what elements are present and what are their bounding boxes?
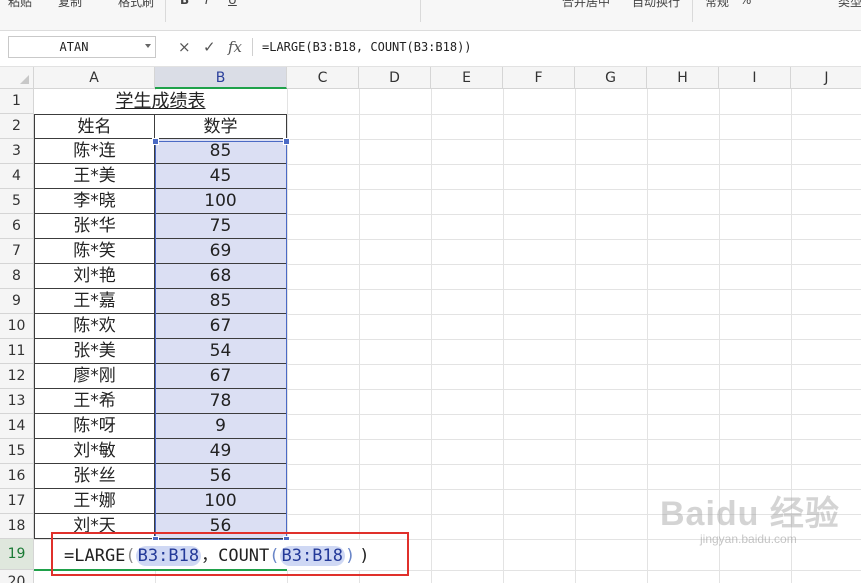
score-cell[interactable]: 85 [155,139,287,164]
name-box[interactable]: ATAN [8,36,156,58]
chevron-down-icon[interactable] [145,44,151,48]
sheet-title[interactable]: 学生成绩表 [34,90,287,114]
student-name-cell[interactable]: 陈*笑 [34,239,155,264]
student-name-cell[interactable]: 陈*连 [34,139,155,164]
number-format-select[interactable]: 常规 [705,0,729,10]
column-header-d[interactable]: D [359,67,431,89]
column-header-h[interactable]: H [647,67,719,89]
row-header-16[interactable]: 16 [0,464,34,489]
score-cell[interactable]: 56 [155,464,287,489]
student-name-cell[interactable]: 刘*敏 [34,439,155,464]
row-header-19[interactable]: 19 [0,539,34,570]
score-cell[interactable]: 75 [155,214,287,239]
column-header-a[interactable]: A [34,67,155,89]
student-name-cell[interactable]: 陈*呀 [34,414,155,439]
row-header-5[interactable]: 5 [0,189,34,214]
ribbon-toolbar: 粘贴 复制 格式刷 B I U 合并居中 自动换行 常规 % 类型 [0,0,861,31]
column-header-e[interactable]: E [431,67,503,89]
ribbon-divider [165,0,166,22]
row-header-8[interactable]: 8 [0,264,34,289]
row-header-2[interactable]: 2 [0,114,34,139]
student-name-cell[interactable]: 张*丝 [34,464,155,489]
row-header-15[interactable]: 15 [0,439,34,464]
formula-divider [252,38,253,56]
percent-button[interactable]: % [740,0,751,7]
row-header-7[interactable]: 7 [0,239,34,264]
student-name-cell[interactable]: 王*美 [34,164,155,189]
score-cell[interactable]: 67 [155,364,287,389]
student-name-cell[interactable]: 王*希 [34,389,155,414]
row-header-10[interactable]: 10 [0,314,34,339]
score-cell[interactable]: 49 [155,439,287,464]
bold-button[interactable]: B [180,0,189,7]
student-name-cell[interactable]: 王*嘉 [34,289,155,314]
score-cell[interactable]: 68 [155,264,287,289]
row-header-14[interactable]: 14 [0,414,34,439]
row-header-13[interactable]: 13 [0,389,34,414]
annotation-highlight-box [51,532,409,576]
student-name-cell[interactable]: 陈*欢 [34,314,155,339]
italic-button[interactable]: I [205,0,209,7]
student-name-cell[interactable]: 刘*艳 [34,264,155,289]
score-cell[interactable]: 54 [155,339,287,364]
row-header-1[interactable]: 1 [0,89,34,114]
student-name-cell[interactable]: 廖*刚 [34,364,155,389]
row-header-18[interactable]: 18 [0,514,34,539]
column-header-b[interactable]: B [155,67,287,89]
baidu-watermark-logo: Baidu 经验 [660,495,840,533]
score-cell[interactable]: 69 [155,239,287,264]
name-box-value: ATAN [59,40,89,54]
score-cell[interactable]: 100 [155,489,287,514]
column-header-c[interactable]: C [287,67,359,89]
ribbon-divider [692,0,693,22]
merge-center-button[interactable]: 合并居中 [562,0,610,10]
score-cell[interactable]: 100 [155,189,287,214]
score-cell[interactable]: 9 [155,414,287,439]
type-button[interactable]: 类型 [838,0,861,10]
underline-button[interactable]: U [228,0,237,7]
student-name-cell[interactable]: 张*华 [34,214,155,239]
copy-button[interactable]: 复制 [58,0,82,10]
cancel-icon[interactable]: × [178,38,191,56]
column-header-g[interactable]: G [575,67,647,89]
row-header-17[interactable]: 17 [0,489,34,514]
column-header-j[interactable]: J [791,67,861,89]
select-all-triangle-icon [20,75,29,84]
row-header-3[interactable]: 3 [0,139,34,164]
score-cell[interactable]: 85 [155,289,287,314]
insert-function-icon[interactable]: fx [228,38,242,56]
column-header-f[interactable]: F [503,67,575,89]
paste-button[interactable]: 粘贴 [8,0,32,10]
row-header-4[interactable]: 4 [0,164,34,189]
format-painter-button[interactable]: 格式刷 [118,0,154,10]
score-cell[interactable]: 45 [155,164,287,189]
student-name-cell[interactable]: 王*娜 [34,489,155,514]
formula-input[interactable]: =LARGE(B3:B18, COUNT(B3:B18)) [262,38,472,56]
header-score-cell[interactable]: 数学 [155,114,287,139]
ribbon-divider [420,0,421,22]
row-header-6[interactable]: 6 [0,214,34,239]
watermark-url: jingyan.baidu.com [700,532,797,546]
student-name-cell[interactable]: 张*美 [34,339,155,364]
row-header-11[interactable]: 11 [0,339,34,364]
select-all-corner[interactable] [0,67,34,89]
score-cell[interactable]: 78 [155,389,287,414]
column-header-i[interactable]: I [719,67,791,89]
score-cell[interactable]: 67 [155,314,287,339]
row-header-20[interactable]: 20 [0,570,34,583]
wrap-text-button[interactable]: 自动换行 [632,0,680,10]
row-header-9[interactable]: 9 [0,289,34,314]
student-name-cell[interactable]: 李*晓 [34,189,155,214]
enter-icon[interactable]: ✓ [203,38,216,56]
header-name-cell[interactable]: 姓名 [34,114,155,139]
row-header-12[interactable]: 12 [0,364,34,389]
